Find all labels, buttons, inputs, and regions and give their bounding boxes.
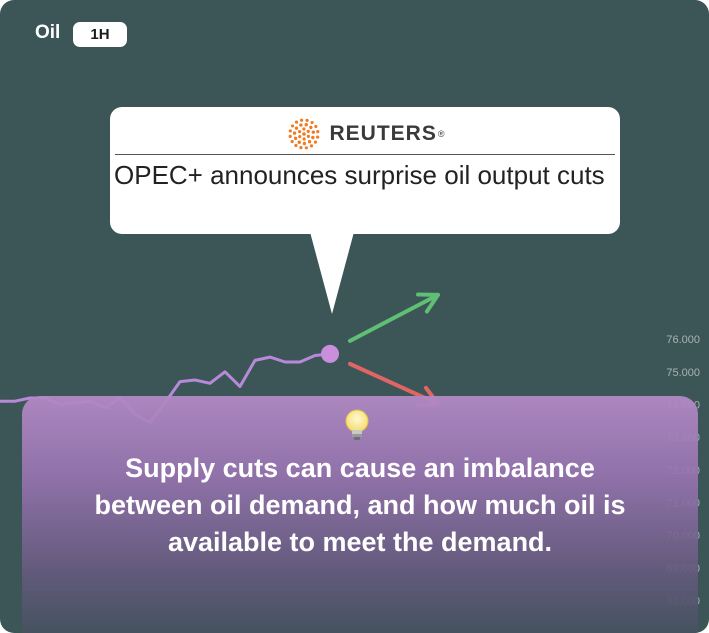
news-headline: OPEC+ announces surprise oil output cuts <box>114 160 605 190</box>
info-panel: Supply cuts can cause an imbalance betwe… <box>22 396 698 633</box>
reuters-logo-icon <box>288 118 319 150</box>
lightbulb-icon <box>345 409 369 440</box>
registered-mark: ® <box>437 129 445 139</box>
chart-card: 76.00075.00074.00073.00072.00071.00070.0… <box>0 0 709 633</box>
info-text: Supply cuts can cause an imbalance betwe… <box>94 453 626 557</box>
event-marker[interactable] <box>321 344 339 363</box>
news-source: REUTERS ® <box>110 115 620 153</box>
news-callout-pointer <box>310 232 354 314</box>
news-callout[interactable]: REUTERS ® OPEC+ announces surprise oil ou… <box>110 107 620 234</box>
y-tick-label: 76.000 <box>666 334 700 346</box>
projection-up-arrow <box>348 292 440 343</box>
y-tick-label: 75.000 <box>666 367 700 379</box>
symbol-label: Oil <box>35 22 61 43</box>
news-divider <box>115 154 615 155</box>
timeframe-button[interactable]: 1H <box>73 22 127 47</box>
news-source-name: REUTERS <box>329 122 437 145</box>
